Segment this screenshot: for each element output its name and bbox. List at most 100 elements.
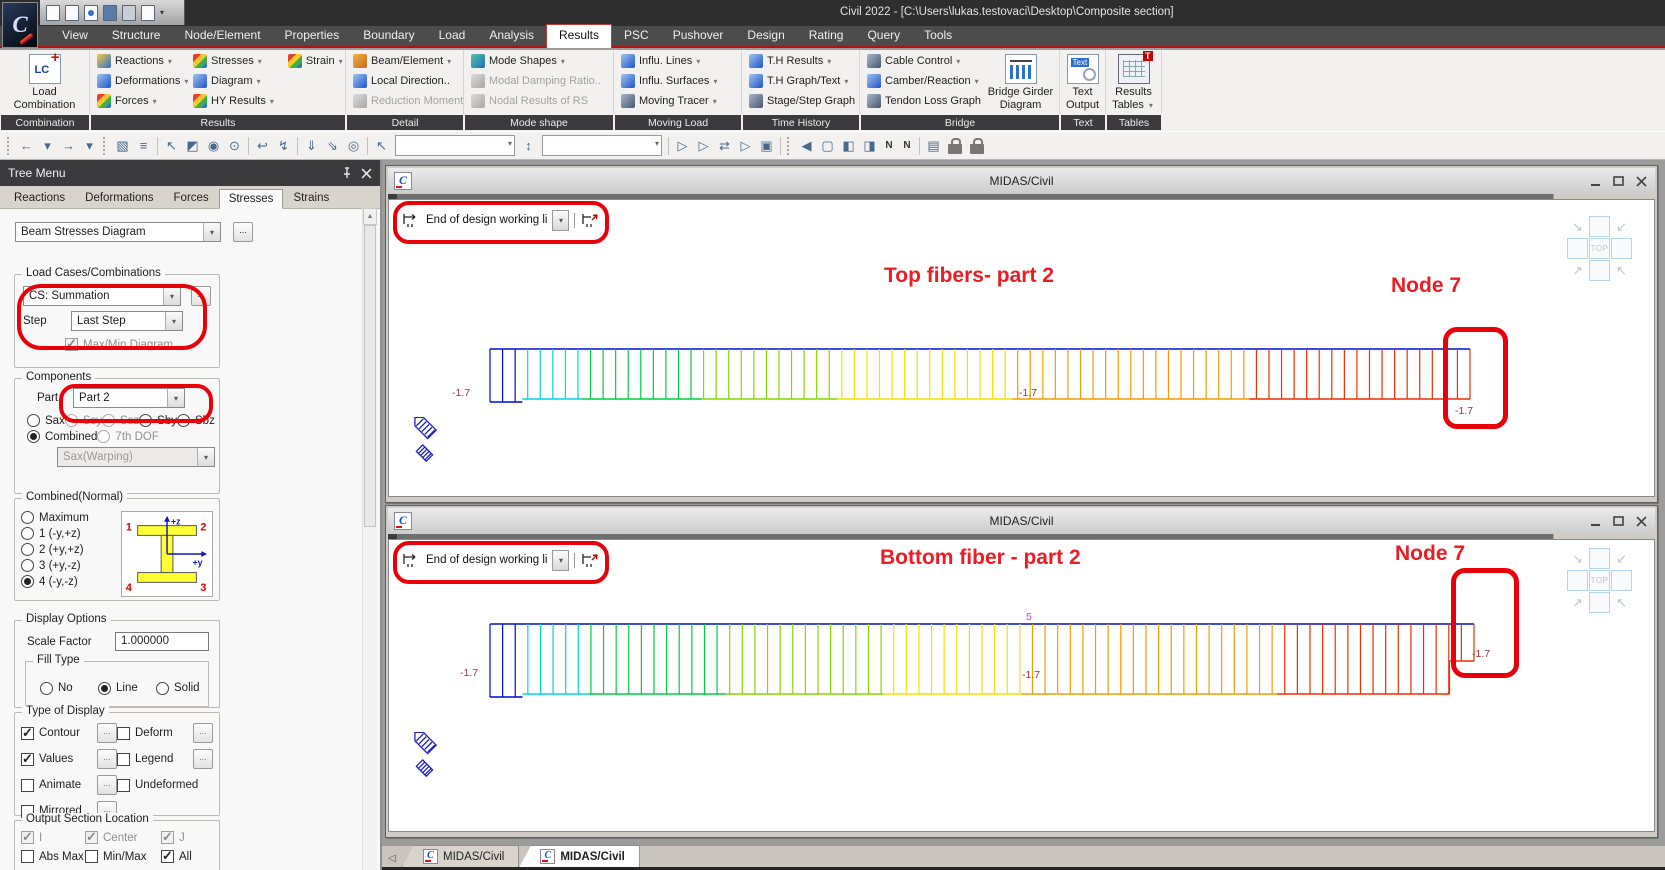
rotate-ne-icon[interactable]: ↗ — [1567, 592, 1588, 613]
display-more-button[interactable]: ... — [193, 749, 213, 769]
stage-dropdown-icon[interactable] — [552, 209, 570, 231]
th-graph-text-button[interactable]: T.H Graph/Text ▾ — [744, 71, 860, 91]
stage-step-icon[interactable] — [401, 212, 421, 229]
scrollbar-thumb[interactable] — [364, 225, 376, 527]
toolbar-icon[interactable]: ◧ — [838, 136, 859, 156]
toolbar-icon[interactable]: ⇓ — [301, 136, 322, 156]
toolbar-icon[interactable]: ▤ — [923, 136, 944, 156]
print-icon[interactable] — [122, 4, 136, 21]
display-check-row[interactable]: Animate ... — [21, 775, 117, 795]
strain-button[interactable]: Strain ▾ — [283, 51, 352, 71]
output-section-check[interactable]: J — [161, 829, 213, 845]
toolbar-icon[interactable]: ↖ — [161, 136, 182, 156]
menu-tab[interactable]: Load — [427, 25, 478, 46]
fill-type-radio[interactable]: Solid — [156, 670, 214, 706]
stage-step-graph-button[interactable]: Stage/Step Graph — [744, 91, 860, 111]
display-check-row[interactable]: Deform ... — [117, 723, 213, 743]
toolbar-icon[interactable]: ⊙ — [224, 136, 245, 156]
display-more-button[interactable]: ... — [97, 749, 117, 769]
view-right-edge[interactable] — [1611, 570, 1632, 591]
toolbar-icon[interactable]: ▷ — [672, 136, 693, 156]
output-section-check[interactable]: Min/Max — [85, 850, 161, 863]
stage-step-icon[interactable] — [401, 552, 421, 569]
toolbar-icon[interactable] — [297, 136, 298, 155]
new-file-icon[interactable] — [46, 4, 60, 21]
fill-type-radio[interactable]: No — [40, 670, 98, 706]
th-results-button[interactable]: T.H Results ▾ — [744, 51, 860, 71]
diagram-button[interactable]: Diagram ▾ — [188, 71, 283, 91]
toolbar-icon[interactable]: ≡ — [133, 136, 154, 156]
combined-radio[interactable]: 3 (+y,-z) — [21, 559, 117, 572]
pin-icon[interactable] — [341, 167, 353, 179]
load-case-select[interactable]: CS: Summation — [23, 286, 181, 306]
view-top-button[interactable]: TOP — [1589, 238, 1610, 259]
rotate-ne-icon[interactable]: ↗ — [1567, 260, 1588, 281]
toolbar-icon[interactable]: ◎ — [343, 136, 364, 156]
open-file-icon[interactable] — [65, 4, 79, 21]
view-top-edge[interactable] — [1589, 216, 1610, 237]
moving-tracer-button[interactable]: Moving Tracer ▾ — [616, 91, 726, 111]
menu-tab[interactable]: PSC — [612, 25, 661, 46]
view-top-button[interactable]: TOP — [1589, 570, 1610, 591]
scale-factor-input[interactable]: 1.000000 — [115, 632, 209, 651]
tab-scroll-left-icon[interactable] — [388, 853, 402, 864]
toolbar-icon[interactable]: ▾ — [79, 136, 100, 156]
child-window-titlebar[interactable]: MIDAS/Civil — [388, 168, 1655, 194]
minimize-icon[interactable] — [1588, 515, 1603, 528]
result-category-tab[interactable]: Forces — [164, 188, 219, 208]
diagram-type-select[interactable]: Beam Stresses Diagram — [15, 222, 221, 242]
combined-radio[interactable]: Maximum — [21, 511, 117, 524]
sidebar-scrollbar[interactable] — [362, 208, 377, 870]
project-info-icon[interactable] — [84, 4, 98, 21]
view-bottom-edge[interactable] — [1589, 592, 1610, 613]
child-window-titlebar[interactable]: MIDAS/Civil — [388, 508, 1655, 534]
hy-results-button[interactable]: HY Results ▾ — [188, 91, 283, 111]
toolbar-icon[interactable]: → — [58, 136, 79, 156]
toolbar-icon[interactable]: ◩ — [182, 136, 203, 156]
display-check-row[interactable]: Undeformed ... — [117, 775, 213, 795]
toolbar-icon[interactable]: N — [880, 140, 898, 151]
menu-tab[interactable]: Tools — [912, 25, 964, 46]
toolbar-icon[interactable]: ⇄ — [714, 136, 735, 156]
beam-element-button[interactable]: Beam/Element ▾ — [348, 51, 468, 71]
toolbar-icon[interactable]: ↖ — [371, 136, 392, 156]
scroll-up-icon[interactable] — [363, 208, 377, 225]
toolbar-icon[interactable] — [787, 136, 793, 155]
document-tab[interactable]: MIDAS/Civil — [402, 845, 520, 867]
toolbar-icon[interactable] — [103, 136, 109, 155]
component-radio[interactable]: Sbz — [177, 414, 215, 427]
display-check-row[interactable]: Legend ... — [117, 749, 213, 769]
diagram-type-more-button[interactable]: ... — [233, 222, 253, 242]
menu-tab[interactable]: Boundary — [351, 25, 426, 46]
toolbar-icon[interactable]: ▷ — [735, 136, 756, 156]
toolbar-icon[interactable]: ◀ — [796, 136, 817, 156]
combined-radio[interactable]: 2 (+y,+z) — [21, 543, 117, 556]
part-select[interactable]: Part 2 — [73, 388, 185, 408]
output-section-check[interactable]: I — [21, 829, 85, 845]
model-view[interactable]: -1.7 5 -1.7 -1.7 End of design working li B… — [388, 539, 1655, 832]
stage-step-end-icon[interactable] — [580, 212, 600, 229]
toolbar-icon[interactable]: ↕ — [518, 136, 539, 156]
toolbar-icon[interactable] — [970, 137, 984, 154]
view-left-edge[interactable] — [1567, 238, 1588, 259]
toolbar-icon[interactable]: ▧ — [112, 136, 133, 156]
deformations-button[interactable]: Deformations ▾ — [92, 71, 188, 91]
stage-dropdown-icon[interactable] — [552, 549, 570, 571]
toolbar-icon[interactable] — [395, 135, 515, 156]
load-combination-button[interactable]: Load Combination — [6, 49, 84, 113]
rotate-se-icon[interactable]: ↘ — [1567, 548, 1588, 569]
rotate-se-icon[interactable]: ↘ — [1567, 216, 1588, 237]
influence-surfaces-button[interactable]: Influ. Surfaces ▾ — [616, 71, 726, 91]
toolbar-icon[interactable]: N — [898, 140, 916, 151]
results-tables-button[interactable]: Results Tables ▾ — [1108, 51, 1159, 113]
display-check-row[interactable]: Contour ... — [21, 723, 117, 743]
bridge-girder-diagram-button[interactable]: Bridge Girder Diagram — [984, 51, 1057, 113]
app-logo-icon[interactable]: C — [2, 2, 38, 48]
minimize-icon[interactable] — [1588, 175, 1603, 188]
menu-tab[interactable]: Query — [855, 25, 912, 46]
component-radio[interactable]: Ssz — [102, 414, 139, 427]
toolbar-icon[interactable] — [668, 136, 669, 155]
document-tab[interactable]: MIDAS/Civil — [519, 845, 640, 867]
component-radio[interactable]: Combined — [27, 430, 97, 443]
output-section-check[interactable]: All — [161, 848, 213, 864]
